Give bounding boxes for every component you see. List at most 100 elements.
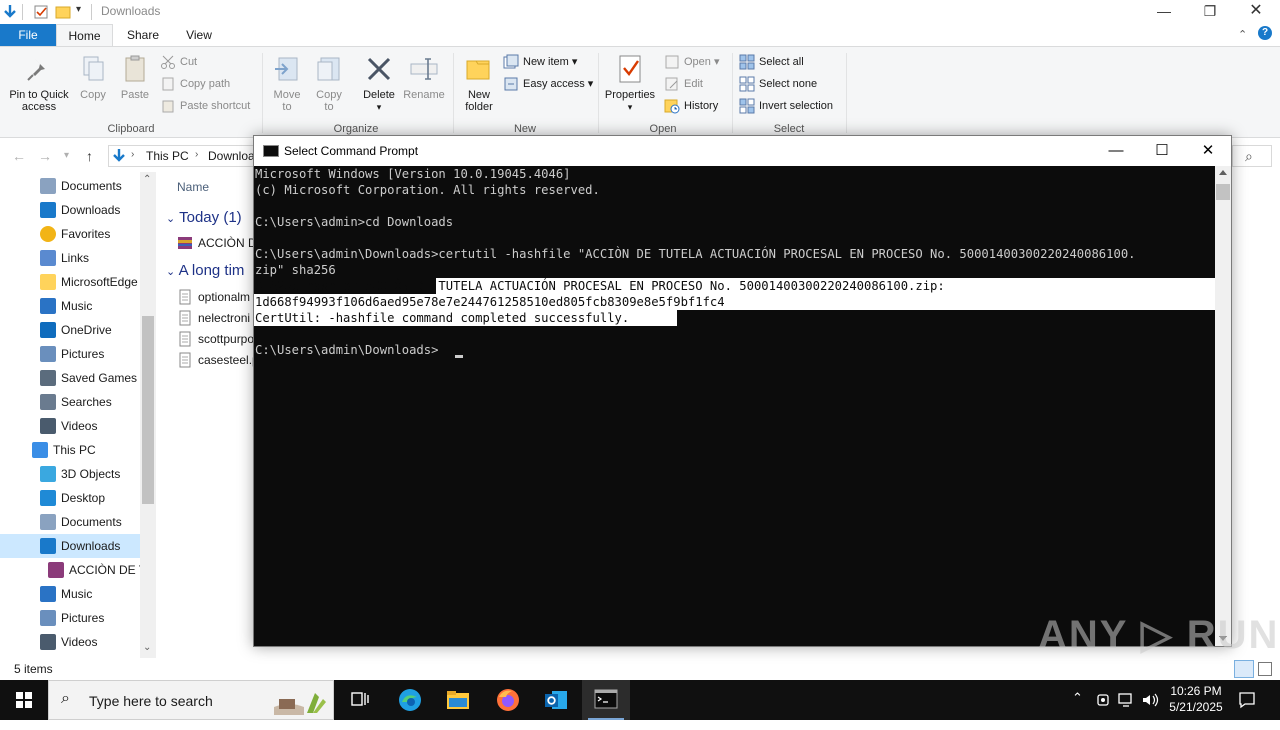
new-folder-icon[interactable] [55, 4, 71, 20]
sidebar-item-this-pc[interactable]: This PC [0, 438, 140, 462]
up-arrow-icon[interactable]: ↑ [86, 148, 93, 164]
file-row[interactable]: optionalm [177, 286, 257, 308]
console-output[interactable]: Microsoft Windows [Version 10.0.19045.40… [254, 166, 1215, 646]
meet-now-icon[interactable] [1096, 692, 1112, 708]
scroll-up-icon[interactable] [1219, 170, 1227, 175]
address-bar[interactable]: › This PC › Downloa [108, 145, 255, 167]
new-folder-button[interactable]: New folder [458, 53, 500, 113]
tab-file[interactable]: File [0, 24, 56, 47]
taskbar-outlook[interactable] [532, 680, 580, 720]
history-button[interactable]: History [664, 97, 718, 115]
downloads-icon[interactable] [2, 4, 18, 20]
sidebar-item-videos[interactable]: Videos [0, 630, 140, 654]
invert-selection-button[interactable]: Invert selection [739, 97, 833, 115]
sidebar-item-music[interactable]: Music [0, 582, 140, 606]
select-all-button[interactable]: Select all [739, 53, 804, 71]
close-button[interactable]: ✕ [1185, 136, 1231, 166]
notifications-icon[interactable] [1238, 691, 1256, 709]
large-icons-view-icon[interactable] [1258, 662, 1272, 676]
file-row[interactable]: scottpurpo [177, 328, 257, 350]
sidebar-item-pictures[interactable]: Pictures [0, 606, 140, 630]
start-button[interactable] [0, 680, 48, 720]
chevron-down-icon[interactable]: ▾ [76, 4, 81, 15]
column-header-name[interactable]: Name [177, 180, 209, 194]
file-row[interactable]: nelectroni [177, 307, 257, 329]
group-header-long-time-ago[interactable]: ⌄ A long tim [166, 262, 244, 279]
taskbar-edge[interactable] [386, 680, 434, 720]
forward-arrow-icon[interactable]: → [38, 148, 52, 164]
divider [732, 53, 733, 133]
sidebar-item-downloads[interactable]: Downloads [0, 534, 140, 558]
minimize-button[interactable]: — [1141, 0, 1187, 24]
scroll-down-icon[interactable]: ⌄ [143, 642, 151, 653]
group-header-today[interactable]: ⌄ Today (1) [166, 209, 242, 226]
sidebar-item-desktop[interactable]: Desktop [0, 486, 140, 510]
sidebar-item-documents[interactable]: Documents [0, 510, 140, 534]
sidebar-item-acci-n-de-t[interactable]: ACCIÒN DE T [0, 558, 140, 582]
cmd-scrollbar[interactable] [1215, 166, 1231, 646]
back-arrow-icon[interactable]: ← [12, 148, 26, 164]
chevron-up-icon[interactable]: ⌃ [1238, 28, 1247, 41]
properties-button[interactable]: Properties ▾ [602, 53, 658, 113]
edit-button[interactable]: Edit [664, 75, 703, 93]
maximize-button[interactable]: ☐ [1139, 136, 1185, 166]
delete-button[interactable]: Delete ▾ [358, 53, 400, 113]
select-none-button[interactable]: Select none [739, 75, 817, 93]
help-icon[interactable]: ? [1258, 26, 1272, 40]
chevron-up-icon[interactable]: ⌃ [1072, 690, 1083, 730]
file-row-accion-zip[interactable]: ACCIÒN D [177, 232, 257, 254]
tab-home[interactable]: Home [56, 24, 113, 47]
sidebar-item-documents[interactable]: Documents [0, 174, 140, 198]
copy-path-button[interactable]: Copy path [160, 75, 230, 93]
paste-button[interactable]: Paste [116, 53, 154, 101]
sidebar-item-onedrive[interactable]: OneDrive [0, 318, 140, 342]
taskbar-command-prompt[interactable] [582, 680, 630, 720]
console-line: zip" sha256 [255, 263, 336, 277]
sidebar-item-microsoftedge[interactable]: MicrosoftEdge [0, 270, 140, 294]
minimize-button[interactable]: — [1093, 136, 1139, 166]
nav-scroll-thumb[interactable] [142, 316, 154, 504]
properties-icon[interactable] [33, 4, 49, 20]
tab-view[interactable]: View [176, 24, 222, 47]
taskbar-file-explorer[interactable] [434, 680, 482, 720]
sidebar-item-favorites[interactable]: Favorites [0, 222, 140, 246]
sidebar-item-searches[interactable]: Searches [0, 390, 140, 414]
breadcrumb-this-pc[interactable]: This PC [146, 149, 189, 163]
cmd-scroll-thumb[interactable] [1216, 184, 1230, 200]
search-box[interactable]: ⌕ [1232, 145, 1272, 167]
copy-button[interactable]: Copy [74, 53, 112, 101]
cut-button[interactable]: Cut [160, 53, 197, 71]
file-row[interactable]: casesteel.p [177, 349, 257, 371]
maximize-button[interactable]: ❐ [1187, 0, 1233, 24]
recent-locations-icon[interactable]: ▾ [64, 150, 69, 161]
paste-shortcut-button[interactable]: Paste shortcut [160, 97, 250, 115]
new-item-button[interactable]: New item ▾ [503, 53, 577, 71]
cmd-title-bar[interactable]: Select Command Prompt — ☐ ✕ [254, 136, 1231, 166]
rename-button[interactable]: Rename [402, 53, 446, 101]
breadcrumb-downloads[interactable]: Downloa [208, 149, 255, 163]
sidebar-item-label: Desktop [61, 491, 106, 505]
close-button[interactable]: ✕ [1233, 0, 1279, 24]
taskbar-firefox[interactable] [484, 680, 532, 720]
copy-to-icon [317, 57, 340, 81]
sidebar-item-3d-objects[interactable]: 3D Objects [0, 462, 140, 486]
system-clock[interactable]: 10:26 PM 5/21/2025 [1156, 683, 1236, 715]
sidebar-item-pictures[interactable]: Pictures [0, 342, 140, 366]
sidebar-item-videos[interactable]: Videos [0, 414, 140, 438]
sidebar-item-downloads[interactable]: Downloads [0, 198, 140, 222]
task-view-button[interactable] [336, 680, 384, 720]
copy-to-button[interactable]: Copy to [310, 53, 348, 113]
properties-label: Properties [604, 89, 656, 101]
sidebar-item-links[interactable]: Links [0, 246, 140, 270]
taskbar-search-box[interactable]: ⌕ Type here to search [48, 680, 334, 720]
open-button[interactable]: Open ▾ [664, 53, 720, 71]
pin-to-quick-access-button[interactable]: Pin to Quick access [4, 53, 74, 113]
sidebar-item-music[interactable]: Music [0, 294, 140, 318]
sidebar-item-saved-games[interactable]: Saved Games [0, 366, 140, 390]
tab-share[interactable]: Share [120, 24, 166, 47]
easy-access-button[interactable]: Easy access ▾ [503, 75, 593, 93]
details-view-icon[interactable] [1234, 660, 1254, 678]
move-to-button[interactable]: Move to [268, 53, 306, 113]
network-icon[interactable] [1118, 692, 1136, 708]
scroll-up-icon[interactable]: ⌃ [143, 174, 151, 185]
